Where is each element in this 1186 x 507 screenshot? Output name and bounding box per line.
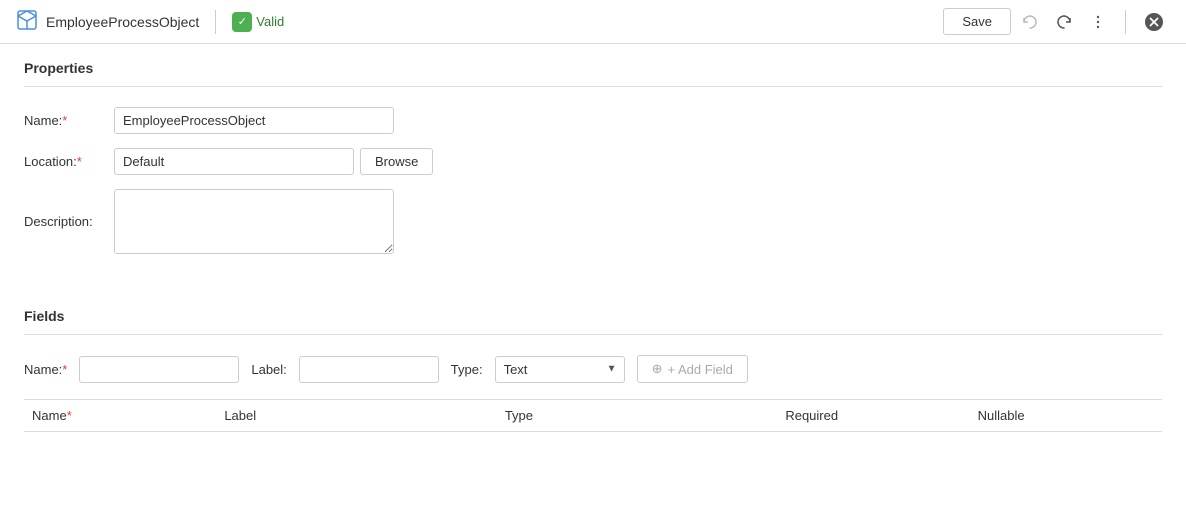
more-button[interactable] — [1083, 7, 1113, 37]
header-actions-divider — [1125, 10, 1126, 34]
fields-add-row: Name:* Label: Type: Text Number Date Boo… — [24, 355, 1162, 383]
save-button[interactable]: Save — [943, 8, 1011, 35]
valid-check-icon: ✓ — [232, 12, 252, 32]
description-label: Description: — [24, 214, 114, 229]
app-title: EmployeeProcessObject — [46, 14, 199, 30]
location-row: Location:* Browse — [24, 148, 1162, 175]
field-name-input[interactable] — [79, 356, 239, 383]
fields-table-header: Name* Label Type Required Nullable — [24, 399, 1162, 432]
properties-title: Properties — [24, 60, 1162, 76]
main-content: Properties Name:* Location:* Browse Desc… — [0, 44, 1186, 507]
type-select[interactable]: Text Number Date Boolean List — [495, 356, 625, 383]
fields-section: Fields Name:* Label: Type: Text Number D… — [0, 292, 1186, 432]
properties-section: Properties Name:* Location:* Browse Desc… — [0, 44, 1186, 292]
name-input[interactable] — [114, 107, 394, 134]
name-label: Name:* — [24, 113, 114, 128]
valid-badge: ✓ Valid — [232, 12, 284, 32]
table-col-required: Required — [777, 408, 969, 423]
field-label-label: Label: — [251, 362, 286, 377]
app-header: EmployeeProcessObject ✓ Valid Save — [0, 0, 1186, 44]
fields-title: Fields — [24, 308, 1162, 324]
add-field-button[interactable]: ⊕ + Add Field — [637, 355, 748, 383]
properties-divider — [24, 86, 1162, 87]
header-divider — [215, 10, 216, 34]
table-col-type: Type — [497, 408, 778, 423]
name-row: Name:* — [24, 107, 1162, 134]
cube-icon — [16, 9, 38, 34]
field-type-label: Type: — [451, 362, 483, 377]
description-row: Description: — [24, 189, 1162, 254]
type-select-wrap: Text Number Date Boolean List ▼ — [495, 356, 625, 383]
valid-label: Valid — [256, 14, 284, 29]
close-button[interactable] — [1138, 6, 1170, 38]
fields-divider — [24, 334, 1162, 335]
browse-button[interactable]: Browse — [360, 148, 433, 175]
table-col-label: Label — [216, 408, 497, 423]
field-label-input[interactable] — [299, 356, 439, 383]
add-field-label: + Add Field — [667, 362, 732, 377]
location-input[interactable] — [114, 148, 354, 175]
undo-button[interactable] — [1015, 7, 1045, 37]
header-actions: Save — [943, 6, 1170, 38]
add-field-icon: ⊕ — [652, 361, 663, 377]
location-label: Location:* — [24, 154, 114, 169]
header-left: EmployeeProcessObject ✓ Valid — [16, 9, 943, 34]
table-col-nullable: Nullable — [970, 408, 1162, 423]
redo-button[interactable] — [1049, 7, 1079, 37]
field-name-label: Name:* — [24, 362, 67, 377]
table-col-name: Name* — [24, 408, 216, 423]
description-textarea[interactable] — [114, 189, 394, 254]
